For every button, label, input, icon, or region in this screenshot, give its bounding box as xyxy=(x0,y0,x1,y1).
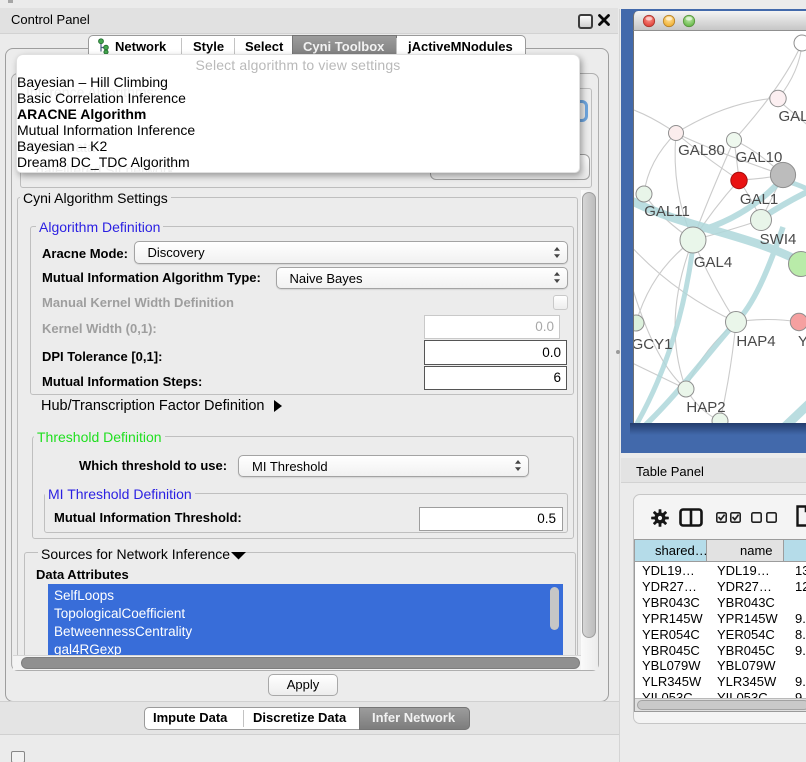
svg-text:GAL2: GAL2 xyxy=(779,108,806,125)
svg-text:HAP2: HAP2 xyxy=(686,399,725,416)
svg-text:HAP4: HAP4 xyxy=(736,333,775,350)
svg-text:GAL80: GAL80 xyxy=(678,142,725,159)
svg-text:SWI4: SWI4 xyxy=(760,231,797,248)
svg-text:Y: Y xyxy=(798,333,806,350)
svg-text:GAL11: GAL11 xyxy=(644,203,690,220)
svg-text:GAL4: GAL4 xyxy=(694,254,732,271)
svg-text:GAL1: GAL1 xyxy=(740,191,778,208)
svg-text:GAL10: GAL10 xyxy=(736,149,783,166)
svg-text:GCY1: GCY1 xyxy=(634,336,672,353)
